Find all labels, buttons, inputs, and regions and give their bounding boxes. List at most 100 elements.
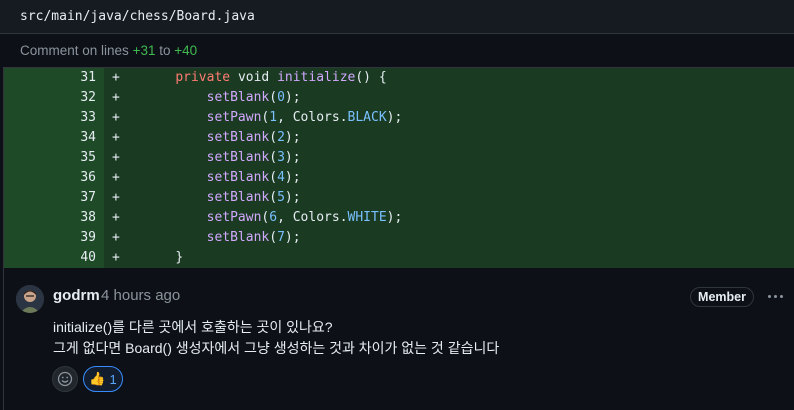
diff-line: 35 + setBlank(3); [4,148,794,168]
code-token: 6 [269,210,278,225]
code-token: 0 [277,90,285,105]
member-badge: Member [690,287,754,307]
file-path[interactable]: src/main/java/chess/Board.java [20,9,255,24]
range-prefix: Comment on lines [20,43,133,58]
more-options-icon[interactable] [764,285,786,307]
line-number[interactable]: 40 [4,248,104,268]
code-token: ( [261,110,270,125]
added-marker: + [112,190,120,205]
code-token: setBlank [206,150,270,165]
code-token: ( [269,230,278,245]
code-token: ); [284,170,301,185]
line-number[interactable]: 37 [4,188,104,208]
diff-line: 31 + private void initialize() { [4,68,794,88]
code-token: initialize [277,70,356,85]
code-token: ( [269,190,278,205]
code-token: ); [386,110,403,125]
line-number[interactable]: 39 [4,228,104,248]
code-token: ( [261,210,270,225]
code-token: ); [284,230,301,245]
line-number[interactable]: 38 [4,208,104,228]
code-line: + setBlank(0); [104,88,794,108]
diff-line: 33 + setPawn(1, Colors. BLACK); [4,108,794,128]
code-token: ( [269,170,278,185]
added-marker: + [112,150,120,165]
line-number[interactable]: 32 [4,88,104,108]
code-token: BLACK [347,110,387,125]
diff-line: 36 + setBlank(4); [4,168,794,188]
code-line: + private void initialize() { [104,68,794,88]
code-token: ); [284,130,301,145]
line-number[interactable]: 34 [4,128,104,148]
code-token: 2 [277,130,285,145]
code-token: setBlank [206,230,270,245]
added-marker: + [112,230,120,245]
code-token: setBlank [206,170,270,185]
range-to-word: to [155,43,175,58]
comment-author[interactable]: godrm [53,287,100,304]
code-token: WHITE [347,210,387,225]
code-token: setPawn [206,110,262,125]
diff-line: 34 + setBlank(2); [4,128,794,148]
diff-line: 32 + setBlank(0); [4,88,794,108]
code-token: setPawn [206,210,262,225]
code-token: () { [355,70,387,85]
code-token: ); [284,190,301,205]
code-token: , Colors. [277,210,348,225]
code-token: 7 [277,230,285,245]
code-line: + setBlank(3); [104,148,794,168]
diff-line: 38 + setPawn(6, Colors. WHITE); [4,208,794,228]
added-marker: + [112,110,120,125]
code-token: void [237,70,270,85]
comment-timestamp[interactable]: 4 hours ago [101,287,180,304]
code-token: ); [386,210,403,225]
code-line: + setBlank(7); [104,228,794,248]
added-marker: + [112,70,120,85]
code-line: + } [104,248,794,268]
review-comment: godrm 4 hours ago Member initialize()를 다… [3,268,794,410]
code-token: 1 [269,110,278,125]
thumbs-up-reaction-button[interactable]: 👍 1 [83,366,123,392]
added-marker: + [112,250,120,265]
code-token: , Colors. [277,110,348,125]
avatar[interactable] [16,285,44,313]
comment-line-range: Comment on lines +31 to +40 [0,34,794,67]
code-line: + setPawn(1, Colors. BLACK); [104,108,794,128]
code-token: setBlank [206,90,270,105]
line-number[interactable]: 35 [4,148,104,168]
line-number[interactable]: 33 [4,108,104,128]
added-marker: + [112,170,120,185]
code-token: setBlank [206,130,270,145]
smiley-icon [57,371,73,387]
code-token: ); [284,150,301,165]
range-to: +40 [174,43,198,58]
diff-line: 37 + setBlank(5); [4,188,794,208]
line-number[interactable]: 31 [4,68,104,88]
added-marker: + [112,130,120,145]
range-from: +31 [132,43,156,58]
code-token: ); [284,90,301,105]
reaction-count: 1 [109,371,117,387]
file-header: src/main/java/chess/Board.java [0,0,794,34]
added-marker: + [112,90,120,105]
code-token: private [175,70,231,85]
comment-body-line: initialize()를 다른 곳에서 호출하는 곳이 있나요? [53,319,333,335]
code-token: 5 [277,190,285,205]
code-token: setBlank [206,190,270,205]
code-line: + setBlank(4); [104,168,794,188]
code-token: 4 [277,170,285,185]
line-number[interactable]: 36 [4,168,104,188]
comment-body-line: 그게 없다면 Board() 생성자에서 그냥 생성하는 것과 차이가 없는 것… [53,340,500,356]
add-reaction-button[interactable] [52,366,78,392]
code-line: + setBlank(2); [104,128,794,148]
code-token: 3 [277,150,285,165]
